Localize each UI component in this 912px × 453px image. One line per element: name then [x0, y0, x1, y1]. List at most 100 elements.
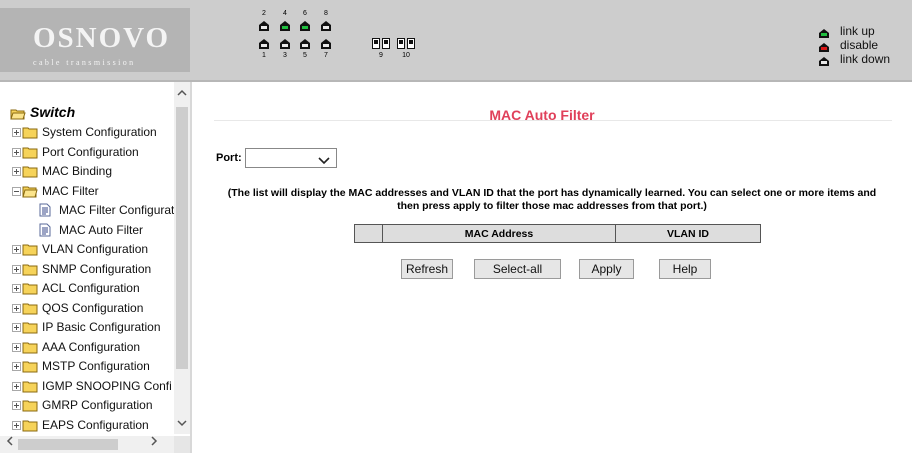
folder-icon	[22, 419, 38, 437]
folder-icon	[22, 341, 38, 359]
apply-button[interactable]: Apply	[579, 259, 634, 279]
folder-icon	[22, 263, 38, 281]
expand-plus-icon[interactable]	[12, 265, 21, 274]
expand-plus-icon[interactable]	[12, 382, 21, 391]
sidebar-item-label: IP Basic Configuration	[42, 320, 161, 334]
sidebar-item-label: Port Configuration	[42, 145, 139, 159]
description-line: then press apply to filter those mac add…	[397, 200, 707, 212]
expand-plus-icon[interactable]	[12, 128, 21, 137]
scroll-right-arrow-icon[interactable]	[146, 435, 162, 452]
help-button[interactable]: Help	[659, 259, 711, 279]
document-icon	[39, 223, 51, 242]
port-number-9: 9	[379, 52, 383, 59]
sidebar-item-label: EAPS Configuration	[42, 418, 149, 432]
scroll-up-arrow-icon[interactable]	[174, 85, 190, 101]
expand-plus-icon[interactable]	[12, 245, 21, 254]
folder-icon	[22, 380, 38, 398]
scrollbar-corner	[174, 436, 190, 453]
port-select[interactable]	[245, 148, 337, 168]
folder-icon	[22, 126, 38, 144]
table-header-row: MAC Address VLAN ID	[354, 224, 761, 243]
port-label: Port:	[216, 152, 242, 164]
header-bar: OSNOVO cable transmission 2 4 6 8 1 3 5 …	[0, 0, 912, 82]
port-number-4: 4	[283, 10, 287, 17]
legend-label: disable	[840, 38, 879, 52]
port-number-5: 5	[303, 52, 307, 59]
description-line: (The list will display the MAC addresses…	[227, 187, 877, 199]
sidebar-item-label: GMRP Configuration	[42, 398, 153, 412]
sidebar-item-label: IGMP SNOOPING Confi	[42, 379, 172, 393]
port-5-icon[interactable]	[299, 38, 311, 50]
folder-icon	[22, 282, 38, 300]
port-number-7: 7	[324, 52, 328, 59]
logo: OSNOVO cable transmission	[0, 8, 190, 72]
refresh-button[interactable]: Refresh	[401, 259, 453, 279]
link-down-icon	[818, 54, 830, 66]
select-column-header	[354, 224, 383, 243]
expand-plus-icon[interactable]	[12, 362, 21, 371]
sfp-port-10-icon[interactable]	[397, 38, 415, 50]
port-number-6: 6	[303, 10, 307, 17]
tree-root-label: Switch	[30, 104, 76, 120]
open-folder-icon	[10, 107, 26, 125]
sidebar-item-label: ACL Configuration	[42, 281, 140, 295]
link-up-icon	[818, 26, 830, 38]
sidebar-item-label: MAC Filter Configurat	[59, 203, 175, 217]
folder-icon	[22, 243, 38, 261]
document-icon	[39, 203, 51, 222]
legend-label: link up	[840, 24, 875, 38]
port-number-2: 2	[262, 10, 266, 17]
port-2-icon[interactable]	[258, 20, 270, 32]
disable-icon	[818, 40, 830, 52]
folder-icon	[22, 321, 38, 339]
sidebar-item-label: MSTP Configuration	[42, 359, 150, 373]
expand-plus-icon[interactable]	[12, 284, 21, 293]
sidebar-item-label: MAC Filter	[42, 184, 99, 198]
description-text: (The list will display the MAC addresses…	[202, 187, 902, 213]
port-number-8: 8	[324, 10, 328, 17]
scroll-down-arrow-icon[interactable]	[174, 415, 190, 431]
sidebar-item-label: System Configuration	[42, 125, 157, 139]
sidebar-item-label: SNMP Configuration	[42, 262, 152, 276]
mac-address-table: MAC Address VLAN ID	[354, 224, 761, 243]
expand-plus-icon[interactable]	[12, 343, 21, 352]
sfp-port-9-icon[interactable]	[372, 38, 390, 50]
port-1-icon[interactable]	[258, 38, 270, 50]
mac-address-column-header: MAC Address	[382, 224, 616, 243]
title-divider	[214, 120, 892, 121]
vertical-scroll-thumb[interactable]	[176, 107, 188, 369]
legend-label: link down	[840, 52, 891, 66]
horizontal-scroll-thumb[interactable]	[18, 439, 118, 450]
logo-title: OSNOVO	[33, 22, 171, 54]
expand-plus-icon[interactable]	[12, 323, 21, 332]
sidebar-item-label: MAC Auto Filter	[59, 223, 144, 237]
expand-plus-icon[interactable]	[12, 421, 21, 430]
expand-plus-icon[interactable]	[12, 148, 21, 157]
main-content: MAC Auto Filter Port: (The list will dis…	[192, 82, 912, 453]
expand-plus-icon[interactable]	[12, 167, 21, 176]
folder-icon	[22, 399, 38, 417]
sidebar-tree: Switch System Configuration Port Configu…	[0, 82, 192, 453]
folder-icon	[22, 360, 38, 378]
port-3-icon[interactable]	[279, 38, 291, 50]
port-number-10: 10	[402, 52, 410, 59]
sidebar-item-label: MAC Binding	[42, 164, 113, 178]
folder-icon	[22, 165, 38, 183]
sidebar-item-label: AAA Configuration	[42, 340, 141, 354]
folder-icon	[22, 146, 38, 164]
expand-plus-icon[interactable]	[12, 304, 21, 313]
port-8-icon[interactable]	[320, 20, 332, 32]
scroll-left-arrow-icon[interactable]	[2, 435, 18, 452]
open-folder-icon	[22, 185, 38, 203]
expand-plus-icon[interactable]	[12, 401, 21, 410]
port-7-icon[interactable]	[320, 38, 332, 50]
vlan-id-column-header: VLAN ID	[615, 224, 761, 243]
port-4-icon[interactable]	[279, 20, 291, 32]
port-6-icon[interactable]	[299, 20, 311, 32]
select-all-button[interactable]: Select-all	[474, 259, 561, 279]
folder-icon	[22, 302, 38, 320]
sidebar-item-label: VLAN Configuration	[42, 242, 149, 256]
collapse-minus-icon[interactable]	[12, 187, 21, 196]
port-number-3: 3	[283, 52, 287, 59]
logo-subtitle: cable transmission	[33, 58, 136, 67]
